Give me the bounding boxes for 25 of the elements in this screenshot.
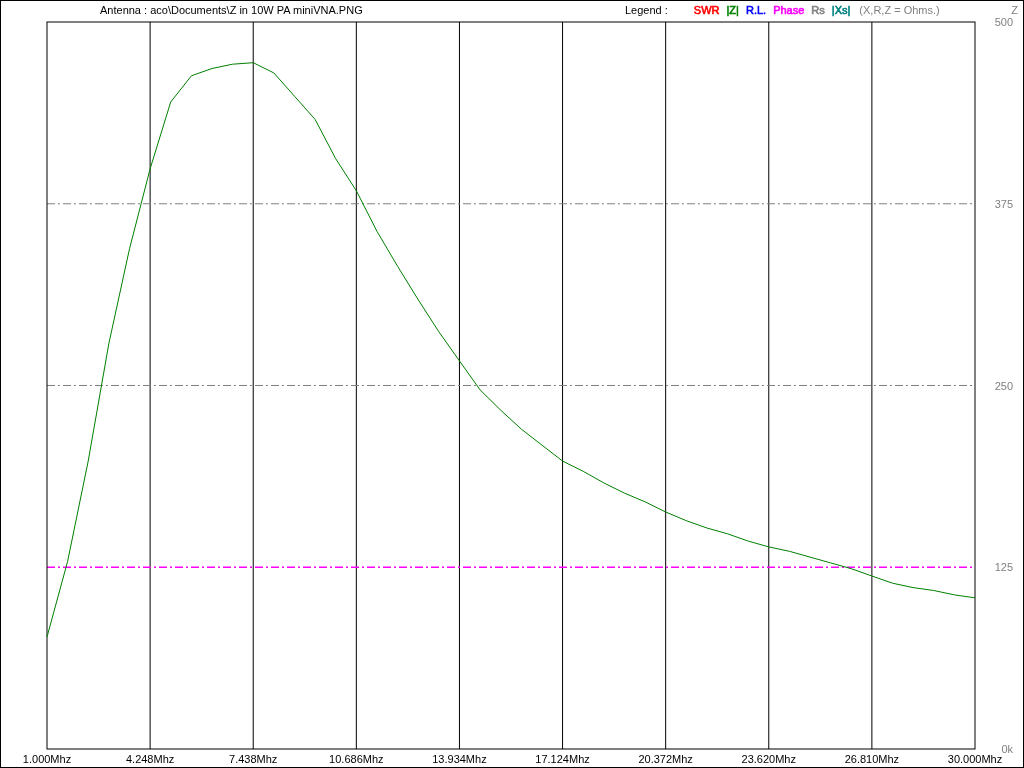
units-note: (X,R,Z = Ohms.) [859,4,940,16]
legend-entry: SWR [693,4,720,16]
y-tick-label: 500 [994,16,1013,28]
x-tick-label: 10.686Mhz [329,753,384,765]
y-tick-label: 0k [1001,743,1013,755]
legend-label: Legend : [625,4,668,16]
y-tick-label: 125 [994,561,1013,574]
x-tick-label: 26.810Mhz [844,753,900,765]
legend-entry: Phase [773,4,805,16]
x-tick-label: 13.934Mhz [432,753,487,765]
x-tick-label: 20.372Mhz [638,753,693,765]
y-tick-label: 250 [994,379,1013,392]
legend-entry: |Xs| [831,4,851,16]
x-tick-label: 4.248Mhz [125,753,175,765]
legend-entry: R.L. [745,4,767,16]
x-tick-label: 17.124Mhz [535,753,590,765]
x-tick-label: 30.000Mhz [947,753,1003,765]
legend-entry: Rs [811,4,825,16]
x-tick-label: 23.620Mhz [741,753,796,765]
x-tick-label: 7.438Mhz [229,753,278,765]
y-axis-title: Z [1011,4,1018,16]
chart-title: Antenna : aco\Documents\Z in 10W PA miniVNA.PNG [100,4,363,16]
y-tick-label: 375 [994,197,1013,210]
x-tick-label: 1.000Mhz [22,753,72,765]
legend-entry: |Z| [726,4,739,16]
